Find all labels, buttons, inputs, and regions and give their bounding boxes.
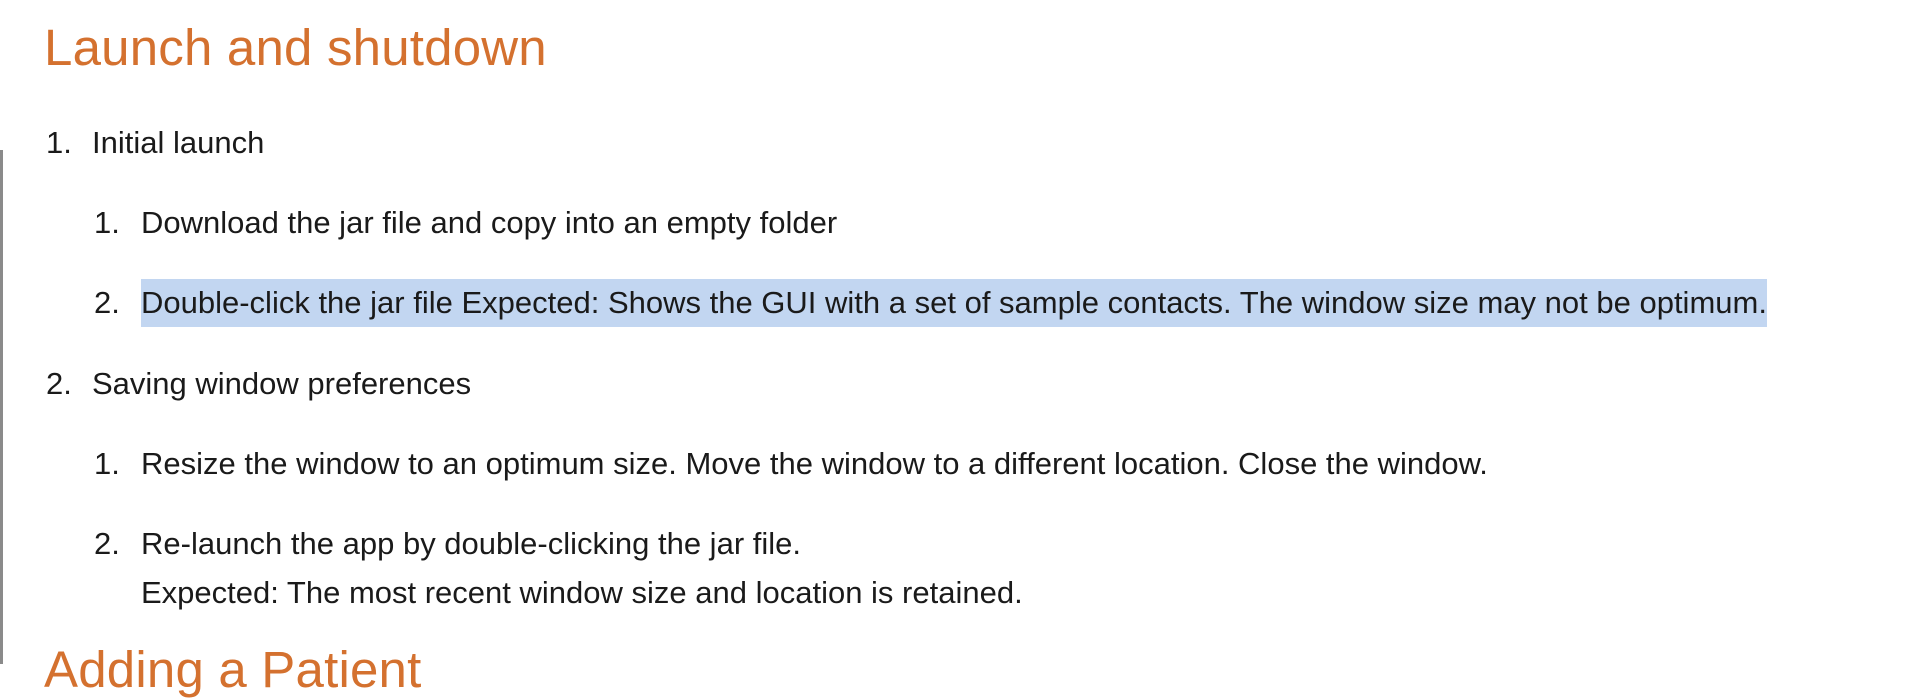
section-heading: Launch and shutdown: [44, 19, 547, 76]
list-item-text: Download the jar file and copy into an e…: [141, 205, 838, 240]
list-item-title: Initial launch: [92, 125, 265, 160]
list-item-text: Re-launch the app by double-clicking the…: [141, 526, 801, 561]
selected-text[interactable]: Double-click the jar file Expected: Show…: [141, 279, 1767, 327]
list-number: 1.: [94, 205, 120, 240]
list-item-title: Saving window preferences: [92, 366, 472, 401]
list-number: 2.: [94, 526, 120, 561]
list-number: 1.: [94, 446, 120, 481]
page-left-border: [0, 150, 3, 664]
list-number: 1.: [46, 125, 72, 160]
list-number: 2.: [94, 285, 120, 320]
expected-result-text: Expected: The most recent window size an…: [141, 575, 1023, 610]
list-number: 2.: [46, 366, 72, 401]
list-item-text: Resize the window to an optimum size. Mo…: [141, 446, 1488, 481]
next-section-heading: Adding a Patient: [44, 641, 422, 698]
